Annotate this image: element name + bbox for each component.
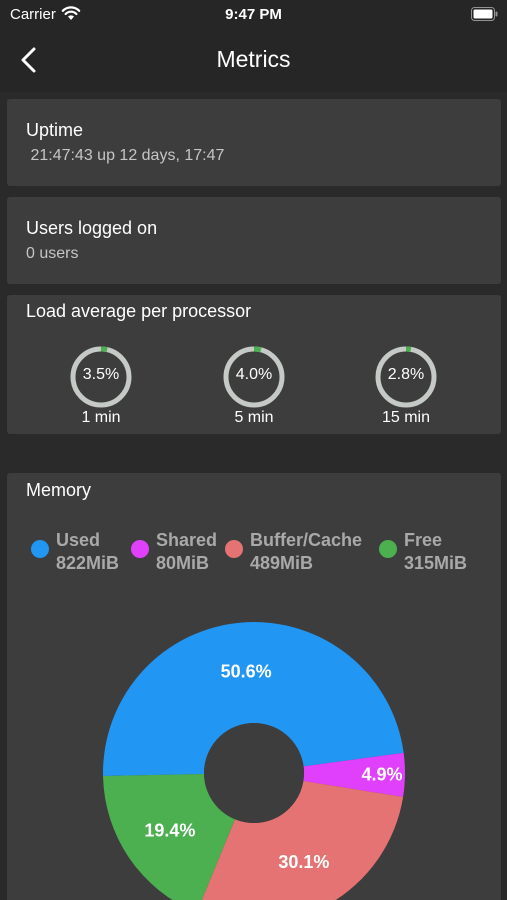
users-card: Users logged on 0 users [7, 197, 501, 284]
users-title: Users logged on [26, 218, 158, 238]
load-card: Load average per processor 3.5% 1 min 4.… [7, 295, 501, 434]
users-value: 0 users [26, 245, 79, 262]
gauge-label: 15 min [381, 409, 431, 426]
gauge-value: 2.8% [387, 366, 425, 383]
uptime-title: Uptime [26, 120, 84, 140]
status-time: 9:47 PM [225, 6, 282, 23]
uptime-value: 21:47:43 up 12 days, 17:47 [26, 147, 225, 164]
gauge-label: 1 min [81, 409, 121, 426]
donut-hole [204, 723, 304, 823]
gauge-label: 5 min [234, 409, 274, 426]
load-title: Load average per processor [26, 301, 252, 321]
memory-card: Memory Used 822MiB Shared 80MiB Buffer/C… [7, 473, 501, 900]
status-bar: Carrier 9:47 PM [0, 0, 507, 30]
slice-buffer-cache-label: 30.1% [278, 852, 329, 872]
nav-bar: Metrics [0, 30, 507, 92]
slice-shared-label: 4.9% [361, 765, 402, 785]
battery-icon [471, 7, 498, 21]
memory-donut-chart: 50.6% 4.9% 30.1% 19.4% [103, 622, 405, 900]
gauge-value: 3.5% [82, 366, 120, 383]
uptime-card: Uptime 21:47:43 up 12 days, 17:47 [7, 99, 501, 186]
page-title: Metrics [216, 46, 291, 72]
load-gauge-15min: 2.8% 15 min [361, 345, 451, 427]
slice-free-label: 19.4% [144, 821, 195, 841]
load-gauge-5min: 4.0% 5 min [209, 345, 299, 427]
slice-used-label: 50.6% [221, 661, 272, 681]
gauge-value: 4.0% [235, 366, 273, 383]
load-gauge-1min: 3.5% 1 min [56, 345, 146, 427]
